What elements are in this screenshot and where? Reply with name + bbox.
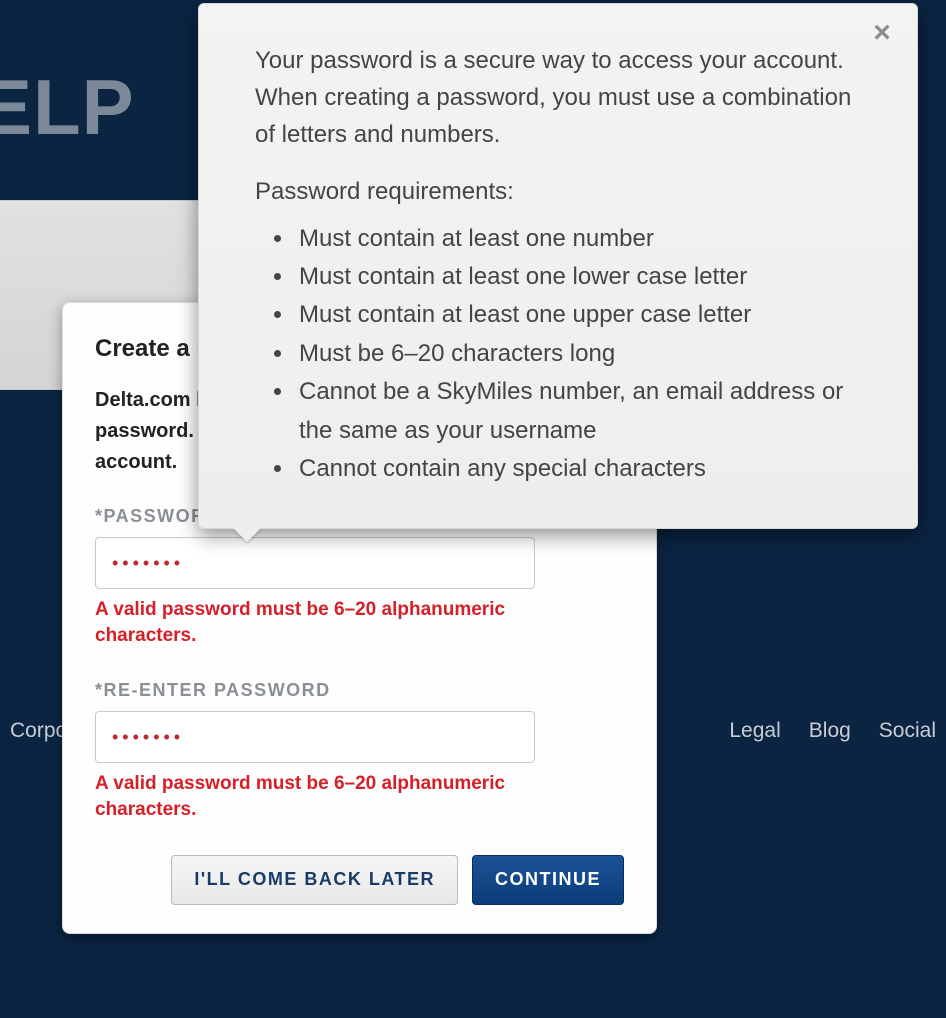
requirement-item: Cannot contain any special characters <box>295 450 867 488</box>
footer-link-social[interactable]: Social <box>879 719 936 743</box>
requirement-item: Must be 6–20 characters long <box>295 335 867 373</box>
reenter-field-group: *RE-ENTER PASSWORD A valid password must… <box>95 680 624 822</box>
password-input[interactable] <box>95 537 535 589</box>
reenter-password-label: *RE-ENTER PASSWORD <box>95 680 331 701</box>
requirement-item: Must contain at least one number <box>295 220 867 258</box>
button-row: I'LL COME BACK LATER CONTINUE <box>95 855 624 905</box>
tooltip-caret-icon <box>233 528 261 542</box>
come-back-later-button[interactable]: I'LL COME BACK LATER <box>171 855 458 905</box>
requirements-list: Must contain at least one number Must co… <box>255 220 867 489</box>
reenter-password-input[interactable] <box>95 711 535 763</box>
requirement-item: Must contain at least one lower case let… <box>295 258 867 296</box>
tooltip-description: Your password is a secure way to access … <box>255 42 867 154</box>
requirement-item: Must contain at least one upper case let… <box>295 296 867 334</box>
tooltip-subheading: Password requirements: <box>255 178 867 206</box>
footer-link-legal[interactable]: Legal <box>729 719 780 743</box>
close-icon[interactable]: × <box>869 22 895 48</box>
password-requirements-tooltip: × Your password is a secure way to acces… <box>198 3 918 529</box>
page-title: ELP <box>0 62 135 153</box>
footer-link-blog[interactable]: Blog <box>809 719 851 743</box>
reenter-password-error: A valid password must be 6–20 alphanumer… <box>95 771 575 822</box>
password-error: A valid password must be 6–20 alphanumer… <box>95 597 575 648</box>
continue-button[interactable]: CONTINUE <box>472 855 624 905</box>
requirement-item: Cannot be a SkyMiles number, an email ad… <box>295 373 867 450</box>
